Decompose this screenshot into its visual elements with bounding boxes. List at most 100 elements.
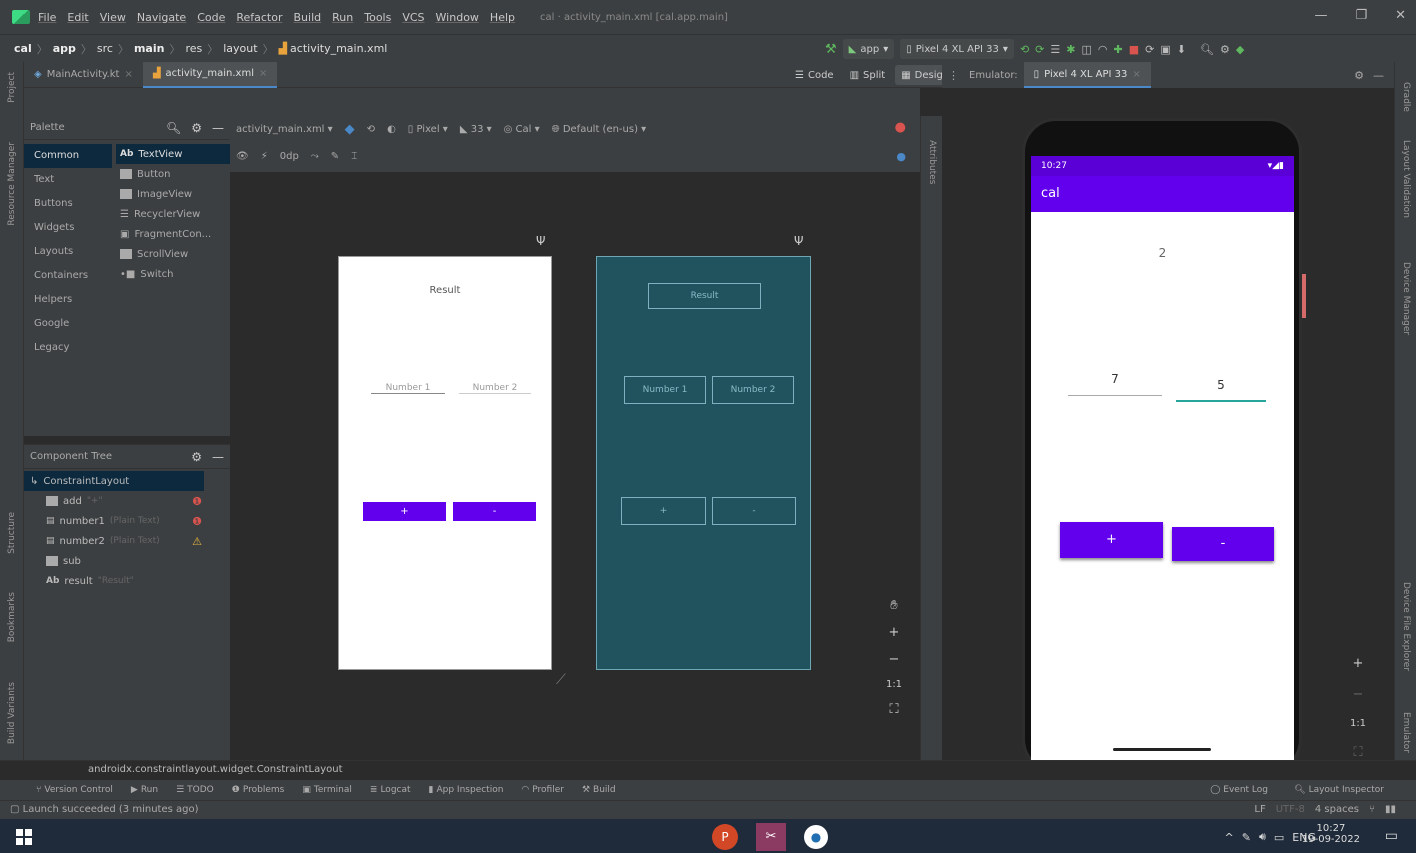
guidelines-icon[interactable]: ⌶: [351, 151, 357, 162]
android-studio-taskbar-icon[interactable]: ✂: [756, 823, 786, 851]
view-code-button[interactable]: ☰ Code: [789, 65, 840, 85]
clear-constraints-icon[interactable]: ⤳: [311, 151, 319, 162]
design-mode-icon[interactable]: ◆: [345, 122, 355, 137]
error-icon[interactable]: ❶: [192, 495, 202, 508]
orientation-icon[interactable]: ⟲: [367, 124, 375, 135]
settings-icon[interactable]: ⚙: [1220, 43, 1230, 56]
preview-number1[interactable]: Number 1: [371, 383, 445, 394]
menu-navigate[interactable]: Navigate: [137, 11, 186, 24]
gesture-bar[interactable]: [1113, 748, 1211, 751]
pan-icon[interactable]: ✋︎: [890, 598, 897, 613]
night-mode-icon[interactable]: ◐: [387, 124, 396, 135]
attributes-tab[interactable]: Attributes: [927, 140, 937, 184]
indent-setting[interactable]: 4 spaces: [1315, 804, 1359, 815]
palette-widget[interactable]: Ab TextView: [116, 144, 230, 164]
crumb-file[interactable]: activity_main.xml: [290, 42, 387, 55]
resize-handle-icon[interactable]: Ψ: [536, 234, 545, 248]
zoom-out-icon[interactable]: −: [1353, 687, 1364, 702]
hide-icon[interactable]: —: [212, 450, 224, 464]
blueprint-result[interactable]: Result: [648, 283, 761, 309]
powerpoint-icon[interactable]: P: [712, 824, 738, 850]
sync-gradle-icon[interactable]: ⟳: [1145, 43, 1154, 56]
close-tab-icon[interactable]: ×: [124, 69, 132, 80]
gear-icon[interactable]: ⚙: [191, 121, 202, 135]
tree-node[interactable]: Ab result "Result": [24, 571, 230, 591]
pen-icon[interactable]: ✎: [1242, 831, 1251, 844]
tool-run[interactable]: ▶ Run: [131, 785, 158, 795]
theme-selector[interactable]: ◎ Cal ▾: [504, 124, 540, 135]
run-config-dropdown[interactable]: ◣ app ▾: [842, 39, 895, 59]
palette-widget[interactable]: ☰ RecyclerView: [116, 204, 230, 224]
palette-widget[interactable]: Button: [116, 164, 230, 184]
menu-view[interactable]: View: [100, 11, 126, 24]
run-tests-icon[interactable]: ☰: [1050, 43, 1060, 56]
signal-app-icon[interactable]: ●: [804, 825, 828, 849]
palette-category[interactable]: Layouts: [24, 240, 112, 264]
tool-emulator[interactable]: Emulator: [1401, 712, 1411, 753]
crumb-src[interactable]: src: [97, 42, 113, 55]
hide-icon[interactable]: —: [212, 121, 224, 135]
number1-input[interactable]: 7: [1068, 372, 1162, 396]
zoom-in-icon[interactable]: +: [889, 625, 900, 640]
info-icon[interactable]: ●: [896, 150, 906, 163]
blueprint-add-button[interactable]: +: [621, 497, 706, 525]
blueprint-preview[interactable]: Result Number 1 Number 2 + -: [596, 256, 811, 670]
tool-build[interactable]: ⚒ Build: [582, 785, 616, 795]
tool-profiler[interactable]: ◠ Profiler: [521, 785, 564, 795]
close-tab-icon[interactable]: ×: [259, 68, 267, 79]
tool-layout-inspector[interactable]: 🔍︎ Layout Inspector: [1294, 785, 1384, 795]
sdk-manager-icon[interactable]: ⬇: [1177, 43, 1186, 56]
tab-activity-main[interactable]: ▟ activity_main.xml ×: [142, 61, 278, 88]
tool-terminal[interactable]: ▣ Terminal: [302, 785, 352, 795]
palette-widget[interactable]: ▣ FragmentCon...: [116, 224, 230, 244]
phone-screen[interactable]: 10:27 ▾◢▮ cal 2 7 5 + -: [1031, 156, 1294, 768]
tool-event-log[interactable]: ◯ Event Log: [1210, 785, 1268, 795]
resize-corner-icon[interactable]: ⟋: [556, 672, 566, 688]
memory-icon[interactable]: ▮▮: [1385, 804, 1396, 815]
zoom-actual-icon[interactable]: 1:1: [886, 679, 902, 690]
resize-handle-icon[interactable]: Ψ: [794, 234, 803, 248]
windows-start-icon[interactable]: [16, 829, 32, 845]
palette-category[interactable]: Text: [24, 168, 112, 192]
menu-window[interactable]: Window: [436, 11, 479, 24]
zoom-fit-icon[interactable]: ⛶: [889, 702, 898, 717]
default-margin[interactable]: 0dp: [280, 151, 299, 162]
tool-bookmarks[interactable]: Bookmarks: [7, 592, 17, 642]
preview-result[interactable]: Result: [339, 285, 551, 296]
settings-icon[interactable]: ⚙: [1354, 69, 1364, 82]
apply-code-changes-icon[interactable]: ⟳: [1035, 43, 1044, 56]
tool-version-control[interactable]: ⑂ Version Control: [36, 785, 113, 795]
design-surface[interactable]: [230, 116, 920, 760]
menu-refactor[interactable]: Refactor: [236, 11, 282, 24]
add-button[interactable]: +: [1060, 522, 1163, 558]
sub-button[interactable]: -: [1172, 527, 1274, 561]
menu-code[interactable]: Code: [197, 11, 225, 24]
error-icon[interactable]: ●: [895, 120, 906, 135]
phone-side-button[interactable]: [1302, 274, 1306, 318]
view-options-icon[interactable]: 👁︎: [236, 151, 249, 162]
menu-edit[interactable]: Edit: [67, 11, 88, 24]
crumb-layout[interactable]: layout: [223, 42, 257, 55]
design-preview[interactable]: Result Number 1 Number 2 + -: [338, 256, 552, 670]
device-selector[interactable]: ▯ Pixel ▾: [408, 124, 448, 135]
menu-tools[interactable]: Tools: [364, 11, 391, 24]
menu-run[interactable]: Run: [332, 11, 353, 24]
apply-changes-icon[interactable]: ⟲: [1020, 43, 1029, 56]
profile-icon[interactable]: ◠: [1098, 43, 1108, 56]
maximize-icon[interactable]: ❐: [1355, 8, 1367, 23]
palette-category[interactable]: Containers: [24, 264, 112, 288]
crumb-project[interactable]: cal: [14, 42, 32, 55]
tool-resource-manager[interactable]: Resource Manager: [7, 142, 17, 226]
palette-category[interactable]: Buttons: [24, 192, 112, 216]
crumb-main[interactable]: main: [134, 42, 165, 55]
blueprint-sub-button[interactable]: -: [712, 497, 796, 525]
tree-node[interactable]: ▤ number1 (Plain Text) ❶: [24, 511, 230, 531]
zoom-out-icon[interactable]: −: [889, 652, 900, 667]
palette-category[interactable]: Legacy: [24, 336, 112, 360]
menu-build[interactable]: Build: [294, 11, 322, 24]
device-dropdown[interactable]: ▯ Pixel 4 XL API 33 ▾: [900, 39, 1014, 59]
assistant-icon[interactable]: ◆: [1236, 43, 1244, 56]
preview-add-button[interactable]: +: [363, 502, 446, 521]
tree-node[interactable]: ▤ number2 (Plain Text) ⚠: [24, 531, 230, 551]
palette-category[interactable]: Google: [24, 312, 112, 336]
